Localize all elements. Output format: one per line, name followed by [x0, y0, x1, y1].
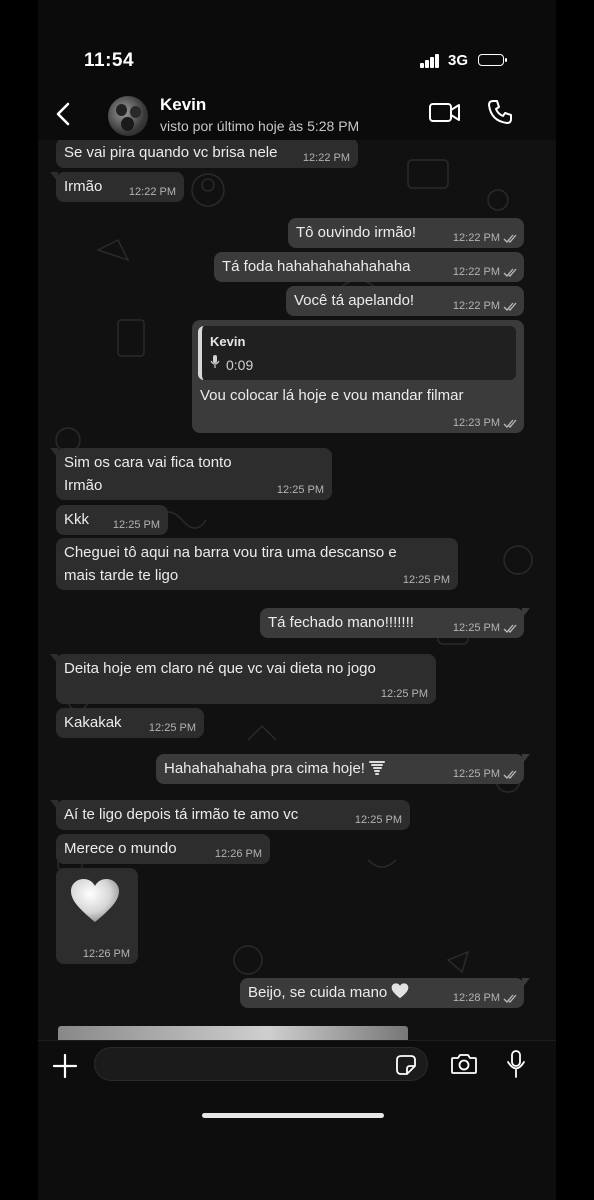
double-check-icon — [503, 994, 517, 1003]
message-bubble-outgoing-reply[interactable]: Kevin 0:09 Vou colocar lá hoje e vou man… — [192, 320, 524, 433]
message-bubble-incoming[interactable]: Aí te ligo depois tá irmão te amo vc 12:… — [50, 800, 410, 830]
double-check-icon — [503, 770, 517, 779]
white-heart-icon — [71, 879, 119, 922]
message-time: 12:25 PM — [380, 688, 428, 700]
double-check-icon — [503, 302, 517, 311]
message-bubble-outgoing[interactable]: Tá foda hahahahahahahaha 12:22 PM — [214, 252, 524, 282]
message-bubble-incoming-emoji[interactable]: 12:26 PM — [56, 868, 138, 964]
white-heart-icon — [392, 983, 409, 999]
message-time: 12:25 PM — [276, 484, 324, 496]
media-preview-strip[interactable] — [58, 1026, 408, 1040]
last-seen-status: visto por último hoje às 5:28 PM — [160, 118, 360, 134]
status-time: 11:54 — [84, 50, 135, 71]
message-bubble-incoming[interactable]: Irmão 12:22 PM — [50, 172, 184, 202]
message-bubble-outgoing[interactable]: Você tá apelando! 12:22 PM — [286, 286, 524, 316]
double-check-icon — [503, 624, 517, 633]
quoted-voice-message[interactable]: Kevin 0:09 — [198, 326, 516, 380]
phone-icon[interactable] — [486, 98, 514, 126]
sticker-icon[interactable] — [396, 1055, 416, 1075]
video-camera-icon[interactable] — [428, 100, 462, 126]
message-text-line2: mais tarde te ligo — [64, 567, 179, 584]
message-time: 12:22 PM — [452, 232, 500, 244]
message-bubble-incoming[interactable]: Kkk 12:25 PM — [56, 505, 168, 535]
message-text: Deita hoje em claro né que vc vai dieta … — [64, 660, 376, 677]
double-check-icon — [503, 268, 517, 277]
message-bubble-incoming[interactable]: Se vai pira quando vc brisa nele 12:22 P… — [56, 140, 358, 168]
network-type: 3G — [448, 52, 469, 69]
message-time: 12:25 PM — [402, 574, 450, 586]
message-time: 12:28 PM — [452, 992, 500, 1004]
message-bubble-incoming[interactable]: Kakakak 12:25 PM — [56, 708, 204, 738]
message-input[interactable] — [94, 1047, 428, 1081]
message-time: 12:25 PM — [148, 722, 196, 734]
double-check-icon — [503, 419, 517, 428]
message-time: 12:25 PM — [452, 622, 500, 634]
phone-screen: 11:54 3G Kevin visto por último hoje às … — [38, 0, 556, 1200]
tornado-icon — [369, 761, 386, 775]
message-bubble-outgoing[interactable]: Beijo, se cuida mano 12:28 PM — [240, 978, 530, 1008]
message-text: Aí te ligo depois tá irmão te amo vc — [64, 806, 299, 823]
double-check-icon — [503, 234, 517, 243]
message-bubble-incoming[interactable]: Sim os cara vai fica tonto Irmão 12:25 P… — [50, 448, 332, 500]
message-time: 12:22 PM — [452, 300, 500, 312]
battery-icon — [478, 54, 507, 66]
message-time: 12:22 PM — [452, 266, 500, 278]
status-bar: 11:54 3G — [38, 0, 556, 90]
message-time: 12:23 PM — [452, 417, 500, 429]
message-time: 12:26 PM — [214, 848, 262, 860]
contact-name[interactable]: Kevin — [160, 95, 206, 115]
message-text: Cheguei tô aqui na barra vou tira uma de… — [64, 544, 397, 561]
message-bubble-outgoing[interactable]: Tô ouvindo irmão! 12:22 PM — [288, 218, 524, 248]
message-bubble-incoming[interactable]: Cheguei tô aqui na barra vou tira uma de… — [56, 538, 458, 590]
signal-icon — [420, 54, 442, 68]
composer-bar — [38, 1040, 556, 1200]
quoted-sender: Kevin — [210, 334, 246, 349]
message-text: Hahahahahaha pra cima hoje! — [164, 760, 365, 777]
microphone-icon — [210, 355, 220, 368]
message-bubble-incoming[interactable]: Merece o mundo 12:26 PM — [56, 834, 270, 864]
avatar[interactable] — [108, 96, 148, 136]
message-time: 12:25 PM — [112, 519, 160, 531]
message-time: 12:25 PM — [452, 768, 500, 780]
message-time: 12:22 PM — [302, 152, 350, 164]
plus-icon[interactable] — [52, 1053, 78, 1079]
microphone-icon[interactable] — [506, 1049, 526, 1079]
camera-icon[interactable] — [450, 1052, 478, 1076]
chat-header: Kevin visto por último hoje às 5:28 PM — [38, 90, 556, 141]
message-text: Vou colocar lá hoje e vou mandar filmar — [200, 387, 464, 404]
message-bubble-incoming[interactable]: Deita hoje em claro né que vc vai dieta … — [50, 654, 436, 704]
voice-duration: 0:09 — [226, 357, 254, 373]
message-time: 12:25 PM — [354, 814, 402, 826]
chevron-left-icon[interactable] — [48, 96, 80, 132]
home-indicator[interactable] — [202, 1113, 384, 1118]
message-bubble-outgoing[interactable]: Hahahahahaha pra cima hoje! 12:25 PM — [156, 754, 530, 784]
message-bubble-outgoing[interactable]: Tá fechado mano!!!!!!! 12:25 PM — [260, 608, 530, 638]
message-text: Beijo, se cuida mano — [248, 984, 388, 1001]
message-time: 12:22 PM — [128, 186, 176, 198]
chat-area[interactable]: Se vai pira quando vc brisa nele 12:22 P… — [38, 140, 556, 1040]
message-text: Sim os cara vai fica tonto — [64, 454, 232, 471]
message-time: 12:26 PM — [82, 948, 130, 960]
